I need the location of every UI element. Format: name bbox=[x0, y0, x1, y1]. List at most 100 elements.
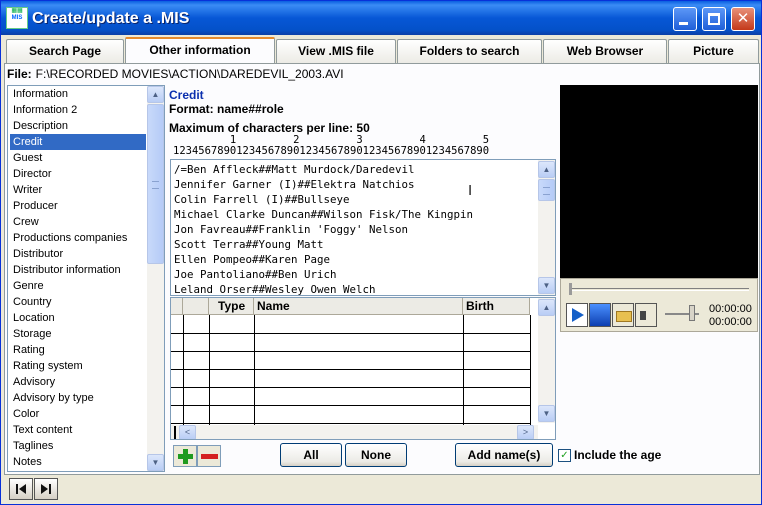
scroll-thumb[interactable] bbox=[147, 104, 164, 264]
select-none-button[interactable]: None bbox=[345, 443, 407, 467]
grid-col-type[interactable]: Type bbox=[209, 298, 254, 315]
tab-view-mis-file[interactable]: View .MIS file bbox=[276, 39, 396, 63]
remove-row-button[interactable] bbox=[197, 445, 221, 467]
scroll-up-icon[interactable]: ▲ bbox=[147, 86, 164, 103]
file-row: File: F:\RECORDED MOVIES\ACTION\DAREDEVIL… bbox=[7, 67, 344, 81]
add-names-button[interactable]: Add name(s) bbox=[455, 443, 553, 467]
list-item[interactable]: Guest bbox=[10, 150, 146, 166]
text-line: Ellen Pompeo##Karen Page bbox=[174, 253, 331, 266]
scroll-left-icon[interactable]: < bbox=[179, 425, 196, 439]
max-chars-hint: Maximum of characters per line: 50 bbox=[169, 121, 370, 135]
scroll-down-icon[interactable]: ▼ bbox=[538, 277, 555, 294]
scroll-right-icon[interactable]: > bbox=[517, 425, 534, 439]
seek-track[interactable] bbox=[569, 288, 749, 291]
play-button[interactable] bbox=[566, 303, 588, 327]
list-item[interactable]: Taglines bbox=[10, 438, 146, 454]
list-item[interactable]: Country bbox=[10, 294, 146, 310]
tab-web-browser[interactable]: Web Browser bbox=[543, 39, 667, 63]
main-window: ▦▦ MIS Create/update a .MIS ✕ Search Page… bbox=[0, 0, 762, 505]
list-item[interactable]: Information bbox=[10, 86, 146, 102]
grid-col-name[interactable]: Name bbox=[254, 298, 463, 315]
plus-icon bbox=[178, 449, 193, 464]
grid-col-line bbox=[530, 315, 531, 425]
text-cursor-icon: I bbox=[468, 182, 473, 199]
previous-icon bbox=[16, 484, 18, 494]
text-line: Leland Orser##Wesley Owen Welch bbox=[174, 283, 376, 296]
list-item-selected[interactable]: Credit bbox=[10, 134, 146, 150]
grid-col-birth[interactable]: Birth bbox=[463, 298, 530, 315]
mute-button[interactable] bbox=[635, 303, 657, 327]
tab-picture[interactable]: Picture bbox=[668, 39, 759, 63]
next-button[interactable] bbox=[34, 478, 58, 500]
list-item[interactable]: Description bbox=[10, 118, 146, 134]
list-item[interactable]: Writer bbox=[10, 182, 146, 198]
text-line: /=Ben Affleck##Matt Murdock/Daredevil bbox=[174, 163, 415, 176]
format-hint: Format: name##role bbox=[169, 102, 284, 116]
scroll-up-icon[interactable]: ▲ bbox=[538, 299, 555, 316]
minimize-icon bbox=[679, 22, 688, 25]
text-line: Colin Farrell (I)##Bullseye bbox=[174, 193, 350, 206]
grid-col-select[interactable] bbox=[183, 298, 209, 315]
grid-row-line bbox=[171, 333, 530, 334]
app-icon: ▦▦ MIS bbox=[6, 7, 28, 29]
file-path: F:\RECORDED MOVIES\ACTION\DAREDEVIL_2003… bbox=[35, 67, 344, 81]
fields-list[interactable]: Information Information 2 Description Cr… bbox=[7, 85, 165, 472]
list-item[interactable]: Advisory by type bbox=[10, 390, 146, 406]
textarea-scrollbar[interactable]: ▲ ▼ bbox=[538, 160, 555, 295]
add-row-button[interactable] bbox=[173, 445, 197, 467]
select-all-button[interactable]: All bbox=[280, 443, 342, 467]
list-item[interactable]: Genre bbox=[10, 278, 146, 294]
volume-handle[interactable] bbox=[689, 305, 695, 321]
fields-list-scrollbar[interactable]: ▲ ▼ bbox=[147, 86, 164, 471]
grid-hscrollbar[interactable] bbox=[171, 425, 538, 439]
list-item[interactable]: Distributor information bbox=[10, 262, 146, 278]
list-item[interactable]: Rating system bbox=[10, 358, 146, 374]
text-line: Jon Favreau##Franklin 'Foggy' Nelson bbox=[174, 223, 409, 236]
list-item[interactable]: Advisory bbox=[10, 374, 146, 390]
scroll-down-icon[interactable]: ▼ bbox=[538, 405, 555, 422]
grid-row-header bbox=[171, 298, 183, 315]
time-total: 00:00:00 bbox=[709, 316, 752, 328]
credit-textarea[interactable]: /=Ben Affleck##Matt Murdock/Daredevil Je… bbox=[170, 159, 556, 296]
scroll-thumb[interactable] bbox=[538, 179, 555, 201]
list-item[interactable]: Color bbox=[10, 406, 146, 422]
minimize-button[interactable] bbox=[673, 7, 697, 31]
list-item[interactable]: Crew bbox=[10, 214, 146, 230]
title-bar[interactable]: ▦▦ MIS Create/update a .MIS ✕ bbox=[1, 1, 761, 35]
list-item[interactable]: Text content bbox=[10, 422, 146, 438]
include-age-checkbox[interactable]: ✓ bbox=[558, 449, 571, 462]
tab-content: File: F:\RECORDED MOVIES\ACTION\DAREDEVIL… bbox=[4, 63, 760, 475]
maximize-icon bbox=[708, 13, 720, 25]
file-label: File: bbox=[7, 67, 32, 81]
play-icon bbox=[572, 308, 584, 322]
tab-other-information[interactable]: Other information bbox=[125, 37, 275, 64]
scroll-down-icon[interactable]: ▼ bbox=[147, 454, 164, 471]
seek-handle[interactable] bbox=[569, 283, 572, 295]
open-folder-button[interactable] bbox=[612, 303, 634, 327]
list-item[interactable]: Notes bbox=[10, 454, 146, 470]
list-item[interactable]: Information 2 bbox=[10, 102, 146, 118]
list-item[interactable]: Rating bbox=[10, 342, 146, 358]
tab-search-page[interactable]: Search Page bbox=[6, 39, 124, 63]
grid-vscrollbar[interactable]: ▲ ▼ bbox=[538, 298, 555, 423]
text-line: Joe Pantoliano##Ben Urich bbox=[174, 268, 337, 281]
list-item[interactable]: Storage bbox=[10, 326, 146, 342]
tab-folders-to-search[interactable]: Folders to search bbox=[397, 39, 542, 63]
previous-button[interactable] bbox=[9, 478, 33, 500]
stop-button[interactable] bbox=[589, 303, 611, 327]
list-item[interactable]: Producer bbox=[10, 198, 146, 214]
list-item[interactable]: Director bbox=[10, 166, 146, 182]
names-grid[interactable]: Type Name Birth ▲ ▼ < > bbox=[170, 297, 556, 440]
media-player-controls: 00:00:00 00:00:00 bbox=[560, 278, 758, 332]
scroll-up-icon[interactable]: ▲ bbox=[538, 161, 555, 178]
time-elapsed: 00:00:00 bbox=[709, 303, 752, 315]
grid-col-line bbox=[183, 315, 184, 425]
close-button[interactable]: ✕ bbox=[731, 7, 755, 31]
text-line: Scott Terra##Young Matt bbox=[174, 238, 324, 251]
list-item[interactable]: Distributor bbox=[10, 246, 146, 262]
field-title: Credit bbox=[169, 88, 204, 102]
maximize-button[interactable] bbox=[702, 7, 726, 31]
grid-col-line bbox=[254, 315, 255, 425]
list-item[interactable]: Productions companies bbox=[10, 230, 146, 246]
list-item[interactable]: Location bbox=[10, 310, 146, 326]
